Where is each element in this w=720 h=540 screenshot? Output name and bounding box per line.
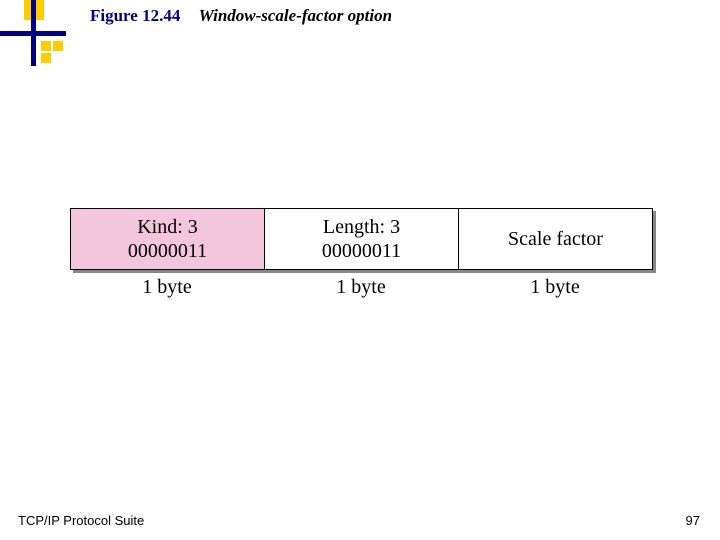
field-kind-bits: 00000011 xyxy=(75,239,260,263)
field-kind-label: Kind: 3 xyxy=(75,215,260,239)
size-length: 1 byte xyxy=(264,276,458,299)
field-kind: Kind: 3 00000011 xyxy=(71,209,265,270)
footer-source: TCP/IP Protocol Suite xyxy=(18,513,144,528)
page-number: 97 xyxy=(686,513,700,528)
figure-heading: Figure 12.44 Window-scale-factor option xyxy=(90,6,392,26)
figure-title: Window-scale-factor option xyxy=(199,6,392,25)
field-scale-label: Scale factor xyxy=(508,227,603,251)
size-kind: 1 byte xyxy=(70,276,264,299)
decorative-bullet-icon xyxy=(0,0,66,66)
field-length: Length: 3 00000011 xyxy=(265,209,459,270)
field-sizes: 1 byte 1 byte 1 byte xyxy=(70,276,652,299)
field-length-label: Length: 3 xyxy=(269,215,454,239)
size-scale: 1 byte xyxy=(458,276,652,299)
field-length-bits: 00000011 xyxy=(269,239,454,263)
packet-format-diagram: Kind: 3 00000011 Length: 3 00000011 Scal… xyxy=(70,208,652,299)
figure-number: Figure 12.44 xyxy=(90,6,180,25)
field-row: Kind: 3 00000011 Length: 3 00000011 Scal… xyxy=(70,208,653,270)
field-scale-factor: Scale factor xyxy=(459,209,653,270)
